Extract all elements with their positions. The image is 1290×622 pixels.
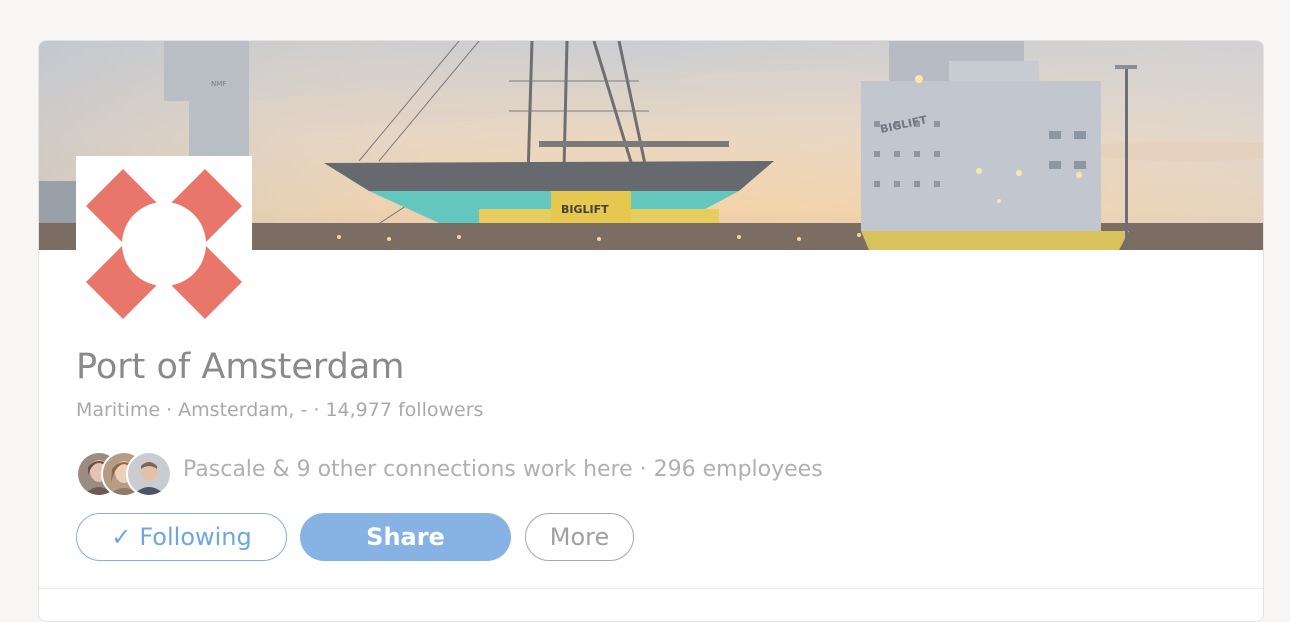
more-button[interactable]: More — [525, 513, 634, 561]
share-label: Share — [366, 523, 445, 551]
company-name: Port of Amsterdam — [76, 347, 405, 387]
following-label: Following — [139, 523, 252, 551]
ship-label: BIGLIFT — [561, 203, 609, 216]
person-photo-icon — [128, 453, 170, 495]
company-card: NMF BIGLIFT BIGLIFT Port of Amsterdam Ma… — [38, 40, 1264, 622]
crane-text: NMF — [211, 80, 226, 88]
divider — [39, 588, 1263, 589]
share-button[interactable]: Share — [300, 513, 511, 561]
connection-avatars[interactable] — [76, 451, 176, 497]
company-subline: Maritime · Amsterdam, - · 14,977 followe… — [76, 399, 484, 421]
more-label: More — [549, 523, 610, 551]
following-button[interactable]: ✓ Following — [76, 513, 287, 561]
company-logo[interactable] — [76, 156, 252, 332]
checkmark-icon: ✓ — [111, 523, 132, 551]
connections-text[interactable]: Pascale & 9 other connections work here … — [183, 457, 823, 482]
port-logo-icon — [86, 169, 242, 319]
avatar[interactable] — [126, 451, 172, 497]
